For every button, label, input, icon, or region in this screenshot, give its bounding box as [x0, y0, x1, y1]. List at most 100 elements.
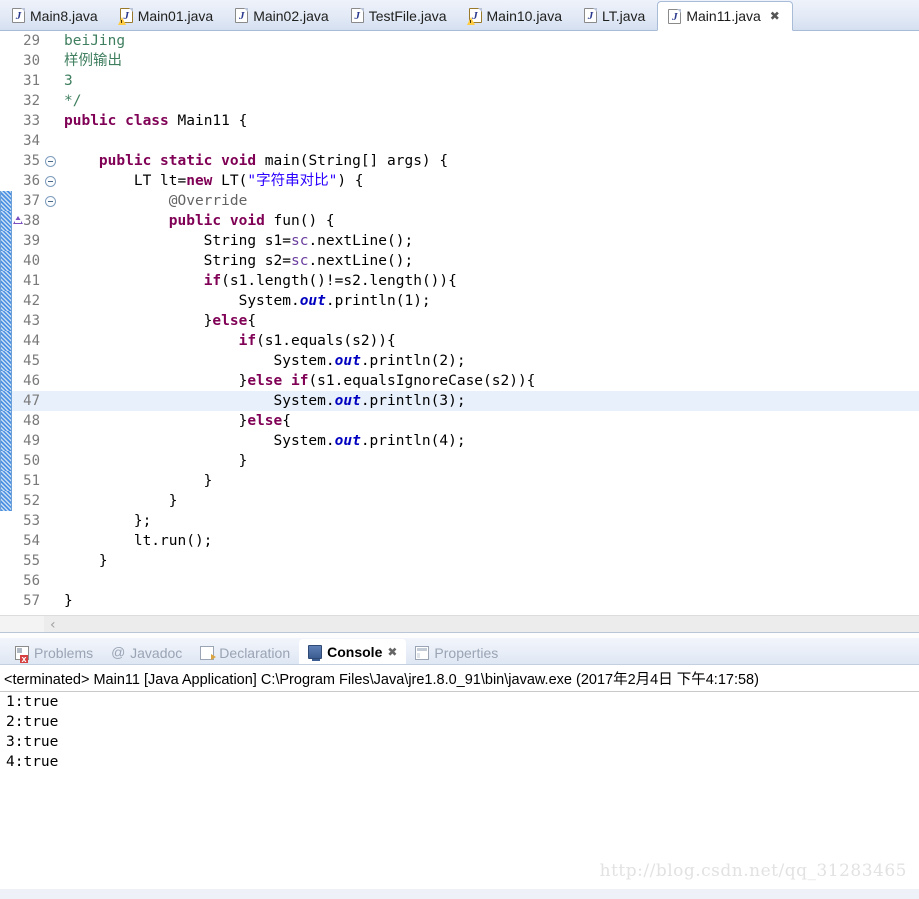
code-line[interactable]: 42 System.out.println(1);: [0, 291, 919, 311]
code-token: fun() {: [273, 213, 335, 229]
warning-badge-icon: [117, 17, 126, 25]
console-view[interactable]: <terminated> Main11 [Java Application] C…: [0, 665, 919, 899]
fold-gutter-slot: [44, 431, 58, 451]
code-line[interactable]: 30 样例输出: [0, 51, 919, 71]
console-icon: [308, 645, 323, 661]
code-text: public void fun() {: [58, 211, 919, 231]
code-line[interactable]: 33 public class Main11 {: [0, 111, 919, 131]
code-token: 样例输出: [64, 53, 122, 69]
scroll-left-arrow-icon[interactable]: ‹: [50, 617, 56, 633]
code-token: out: [334, 393, 361, 409]
code-line[interactable]: 55 }: [0, 551, 919, 571]
code-line[interactable]: 56: [0, 571, 919, 591]
code-line[interactable]: 36 LT lt=new LT("字符串对比") {: [0, 171, 919, 191]
java-file-icon: [235, 8, 249, 24]
code-line[interactable]: 31 3: [0, 71, 919, 91]
code-line[interactable]: 37 @Override: [0, 191, 919, 211]
editor-tab-main11-java[interactable]: Main11.java ✖: [657, 1, 793, 31]
java-source-editor[interactable]: 29 beiJing 30 样例输出 31 3 32 */33 public class Mai…: [0, 31, 919, 633]
code-line[interactable]: 40 String s2=sc.nextLine();: [0, 251, 919, 271]
code-token: out: [334, 353, 361, 369]
code-token: System.: [64, 353, 335, 369]
code-line[interactable]: 49 System.out.println(4);: [0, 431, 919, 451]
editor-tab-main10-java[interactable]: Main10.java: [459, 1, 575, 30]
scrollbar-track[interactable]: [44, 616, 919, 633]
code-text: beiJing: [58, 31, 919, 51]
code-text: 3: [58, 71, 919, 91]
code-line[interactable]: 44 if(s1.equals(s2)){: [0, 331, 919, 351]
code-line[interactable]: 57}: [0, 591, 919, 611]
view-tab-properties[interactable]: Properties: [406, 640, 507, 665]
gutter-annotation: [0, 571, 12, 591]
code-line[interactable]: 34: [0, 131, 919, 151]
view-tab-problems[interactable]: Problems: [6, 640, 102, 665]
fold-collapse-icon[interactable]: [44, 151, 58, 171]
code-line[interactable]: 48 }else{: [0, 411, 919, 431]
code-text: }else{: [58, 411, 919, 431]
editor-tab-main8-java[interactable]: Main8.java: [2, 1, 110, 30]
code-token: System.: [64, 433, 335, 449]
editor-horizontal-scrollbar[interactable]: ‹: [0, 615, 919, 633]
code-line[interactable]: 46 }else if(s1.equalsIgnoreCase(s2)){: [0, 371, 919, 391]
code-line[interactable]: 54 lt.run();: [0, 531, 919, 551]
view-tab-console[interactable]: Console ✖: [299, 639, 407, 665]
code-line[interactable]: 29 beiJing: [0, 31, 919, 51]
code-line[interactable]: 32 */: [0, 91, 919, 111]
fold-gutter-slot: [44, 491, 58, 511]
code-area[interactable]: 29 beiJing 30 样例输出 31 3 32 */33 public class Mai…: [0, 31, 919, 615]
view-tab-bar: Problems Javadoc Declaration Console ✖ Proper…: [0, 638, 919, 665]
fold-gutter-slot: [44, 351, 58, 371]
code-line[interactable]: 39 String s1=sc.nextLine();: [0, 231, 919, 251]
code-line[interactable]: 50 }: [0, 451, 919, 471]
code-token: {: [247, 313, 257, 329]
code-token: };: [64, 513, 152, 529]
code-token: }: [64, 473, 213, 489]
close-icon[interactable]: ✖: [387, 645, 397, 659]
code-token: public class: [64, 113, 178, 129]
code-line[interactable]: 43 }else{: [0, 311, 919, 331]
code-token: (s1.equals(s2)){: [256, 333, 396, 349]
view-tab-declaration[interactable]: Declaration: [191, 640, 299, 665]
fold-gutter-slot: [44, 71, 58, 91]
code-line[interactable]: 45 System.out.println(2);: [0, 351, 919, 371]
code-text: }else{: [58, 311, 919, 331]
change-bar-marker: [0, 351, 12, 371]
code-line[interactable]: 53 };: [0, 511, 919, 531]
editor-tab-testfile-java[interactable]: TestFile.java: [341, 1, 459, 30]
code-text: if(s1.equals(s2)){: [58, 331, 919, 351]
code-text: @Override: [58, 191, 919, 211]
console-output[interactable]: 1:true 2:true 3:true 4:true: [0, 692, 919, 772]
fold-gutter-slot: [44, 571, 58, 591]
fold-collapse-icon[interactable]: [44, 191, 58, 211]
fold-collapse-icon[interactable]: [44, 171, 58, 191]
code-token: }: [64, 373, 248, 389]
change-bar-marker: [0, 371, 12, 391]
java-file-icon: [12, 8, 25, 24]
close-icon[interactable]: ✖: [770, 10, 780, 22]
editor-tab-main01-java[interactable]: Main01.java: [110, 1, 226, 30]
code-text: System.out.println(1);: [58, 291, 919, 311]
code-line[interactable]: 41 if(s1.length()!=s2.length()){: [0, 271, 919, 291]
code-line[interactable]: 51 }: [0, 471, 919, 491]
declaration-icon: [200, 645, 217, 660]
code-line[interactable]: 47 System.out.println(3);: [0, 391, 919, 411]
change-bar-marker: [0, 191, 12, 211]
java-file-icon: [350, 8, 364, 24]
view-tab-javadoc[interactable]: Javadoc: [102, 640, 191, 665]
view-tab-label: Declaration: [219, 644, 291, 661]
fold-gutter-slot: [44, 331, 58, 351]
code-line[interactable]: 35 public static void main(String[] args…: [0, 151, 919, 171]
code-token: */: [64, 93, 82, 109]
editor-tab-main02-java[interactable]: Main02.java: [225, 1, 341, 30]
fold-gutter-slot: [44, 31, 58, 51]
override-method-icon: [13, 216, 23, 224]
code-line[interactable]: 52 }: [0, 491, 919, 511]
code-text: public class Main11 {: [58, 111, 919, 131]
code-text: if(s1.length()!=s2.length()){: [58, 271, 919, 291]
java-file-warning-icon: [466, 8, 482, 25]
code-line[interactable]: 38 public void fun() {: [0, 211, 919, 231]
editor-tab-lt-java[interactable]: LT.java: [574, 1, 657, 30]
problems-icon: [15, 645, 29, 663]
